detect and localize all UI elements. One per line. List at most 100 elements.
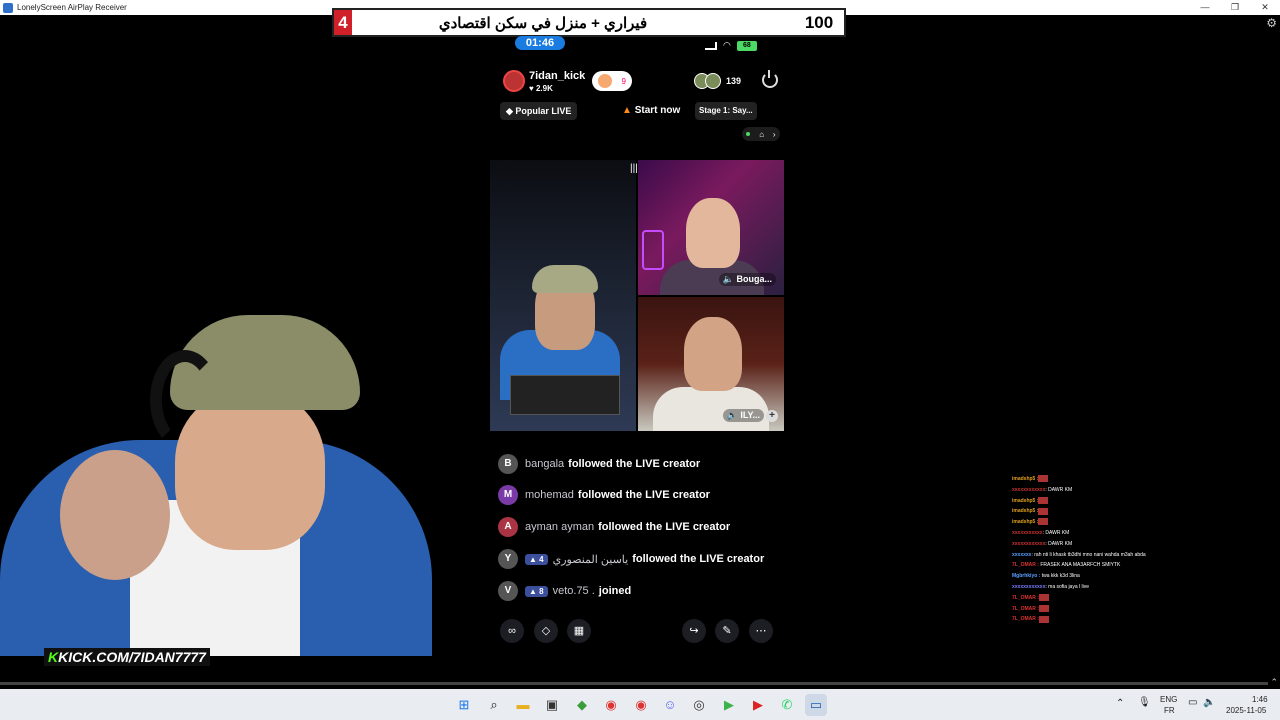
network-icon[interactable]: ▭ xyxy=(1188,697,1197,708)
live-host-row: 7idan_kick ♥ 2.9K 9 139 xyxy=(500,68,782,96)
guest-tile-bottom-right[interactable]: 🔈 ILY... + xyxy=(638,297,784,431)
phone-status-icons: ◠ 68 xyxy=(705,40,757,51)
maximize-button[interactable]: ❐ xyxy=(1220,0,1250,15)
chevron-up-icon[interactable]: ⌃ xyxy=(1270,677,1278,688)
speaker-icon: 🔈 xyxy=(726,410,741,420)
language-bottom[interactable]: FR xyxy=(1164,706,1175,715)
horizontal-scrollbar[interactable]: ⌃ xyxy=(0,677,1280,689)
store-icon[interactable]: ▣ xyxy=(541,694,563,716)
host-name[interactable]: 7idan_kick xyxy=(529,70,585,82)
window-title: LonelyScreen AirPlay Receiver xyxy=(17,3,127,12)
youtube-icon[interactable]: ▶ xyxy=(747,694,769,716)
stage-tag[interactable]: Stage 1: Say... xyxy=(695,102,757,120)
audio-bars-icon: ||| xyxy=(630,163,638,174)
popular-icon: ◆ xyxy=(506,106,516,116)
file-explorer-icon[interactable]: ▬ xyxy=(512,694,534,716)
feed-username[interactable]: veto.75 . xyxy=(553,585,595,597)
chevron-right-icon: › xyxy=(772,129,776,139)
feed-avatar: A xyxy=(498,517,518,537)
windows-start-icon[interactable]: ⊞ xyxy=(453,694,475,716)
phone-timer: 01:46 xyxy=(515,36,565,50)
home-icon: ⌂ xyxy=(759,129,765,139)
feed-username[interactable]: mohemad xyxy=(525,489,574,501)
emote-icon xyxy=(1038,615,1049,623)
minimize-button[interactable]: — xyxy=(1190,0,1220,15)
kick-url-overlay: KKICK.COM/7IDAN7777 xyxy=(44,648,210,666)
feed-text: joined xyxy=(598,585,632,597)
speaker-icon: 🔈 xyxy=(722,274,737,284)
share-icon[interactable]: ↪ xyxy=(682,619,706,643)
chrome-icon[interactable]: ◉ xyxy=(600,694,622,716)
live-tags-row: ◆ Popular LIVE ▲ Start now Stage 1: Say.… xyxy=(500,102,782,120)
chat-line: xxxxxxx: rah nti li khask tb3dhi mno nan… xyxy=(1012,551,1146,558)
chat-line: imadshp5 : xyxy=(1012,474,1202,485)
feed-text: followed the LIVE creator xyxy=(568,458,701,470)
feed-text: followed the LIVE creator xyxy=(632,553,765,565)
chat-line: 7L_OMAR : xyxy=(1012,614,1202,625)
add-guest-icon[interactable]: + xyxy=(766,410,778,422)
feed-username[interactable]: ياسين المنصوري xyxy=(553,553,629,566)
power-icon[interactable] xyxy=(762,70,778,88)
live-bottom-bar: ∞ ◇ ▦ ↪ ✎ ⋯ xyxy=(500,619,782,643)
guest-label-top: 🔈 Bouga... xyxy=(718,273,776,286)
clock-date[interactable]: 2025-11-05 xyxy=(1226,706,1266,715)
emote-icon xyxy=(1038,593,1049,601)
chat-line: imadshp5 : xyxy=(1012,496,1202,507)
level-badge: ▲ 4 xyxy=(525,553,548,565)
host-avatar[interactable] xyxy=(503,70,525,92)
volume-icon[interactable]: 🔈 xyxy=(1203,697,1215,708)
emote-icon xyxy=(1038,475,1049,483)
chat-line: xxxxxxxxxxx: DAWR KM xyxy=(1012,529,1070,536)
live-video-grid: 🔈 Bouga... 🔈 ILY... + xyxy=(490,160,784,431)
popular-live-tag[interactable]: ◆ Popular LIVE xyxy=(500,102,578,120)
lonelyscreen-app-icon xyxy=(3,2,13,13)
kick-url-text: KICK.COM/7IDAN7777 xyxy=(58,649,206,665)
minecraft-icon[interactable]: ◆ xyxy=(571,694,593,716)
banner-title: فيراري + منزل في سكن اقتصادي xyxy=(438,14,648,32)
guest-tile-top-right[interactable]: 🔈 Bouga... xyxy=(638,160,784,295)
banner-right-number: 100 xyxy=(804,12,834,32)
chrome-profile-icon[interactable]: ◉ xyxy=(630,694,652,716)
chevron-up-icon[interactable]: ⌃ xyxy=(1116,698,1124,709)
feed-text: followed the LIVE creator xyxy=(577,489,710,501)
link-icon[interactable]: ∞ xyxy=(500,619,524,643)
live-mini-indicator[interactable]: ⌂ › xyxy=(742,127,780,141)
multi-guest-icon[interactable]: ◇ xyxy=(534,619,558,643)
clock-time[interactable]: 1:46 xyxy=(1252,695,1268,704)
chat-line: 7L_OMAR : xyxy=(1012,593,1202,604)
feed-username[interactable]: ayman ayman xyxy=(525,521,594,533)
language-top[interactable]: ENG xyxy=(1160,695,1177,704)
feed-username[interactable]: bangala xyxy=(525,458,564,470)
follow-button[interactable]: 9 xyxy=(592,71,632,91)
kick-app-icon[interactable]: ▶ xyxy=(718,694,740,716)
feed-item: V ▲ 8 veto.75 . joined xyxy=(498,581,631,601)
level-badge: ▲ 8 xyxy=(525,585,548,597)
discord-icon[interactable]: ☺ xyxy=(659,694,681,716)
chat-line: xxxxxxxxxxxx: DAWR KM xyxy=(1012,486,1073,493)
more-icon[interactable]: ⋯ xyxy=(749,619,773,643)
gear-icon[interactable]: ⚙ xyxy=(1266,16,1277,30)
feed-item: A ayman ayman followed the LIVE creator xyxy=(498,517,730,537)
lonelyscreen-taskbar-icon[interactable]: ▭ xyxy=(805,694,827,716)
microphone-icon[interactable]: 🎙 xyxy=(1138,697,1151,708)
edit-icon[interactable]: ✎ xyxy=(715,619,739,643)
emote-icon xyxy=(1038,604,1049,612)
start-now-tag[interactable]: ▲ Start now xyxy=(622,102,680,120)
guest-tile-left[interactable] xyxy=(490,160,636,431)
kick-logo-icon: K xyxy=(48,649,59,665)
battery-icon: 68 xyxy=(736,40,757,51)
whatsapp-icon[interactable]: ✆ xyxy=(776,694,798,716)
viewer-avatars[interactable]: 139 xyxy=(694,73,741,89)
emote-icon xyxy=(1038,507,1049,515)
close-button[interactable]: ✕ xyxy=(1250,0,1280,15)
stream-chat-overlay: imadshp5 : xxxxxxxxxxxx: DAWR KM imadshp… xyxy=(1012,474,1202,625)
chat-line: 7L_OMAR : xyxy=(1012,604,1202,615)
headset-icon xyxy=(150,350,220,450)
apps-icon[interactable]: ▦ xyxy=(567,619,591,643)
feed-item: Y ▲ 4 ياسين المنصوري followed the LIVE c… xyxy=(498,549,764,569)
feed-avatar: V xyxy=(498,581,518,601)
chat-line: xxxxxxxxxxxx: ma sofia jaya l live xyxy=(1012,583,1090,590)
emote-icon xyxy=(1038,518,1049,526)
search-icon[interactable]: ⌕ xyxy=(483,694,505,716)
obs-icon[interactable]: ◎ xyxy=(688,694,710,716)
